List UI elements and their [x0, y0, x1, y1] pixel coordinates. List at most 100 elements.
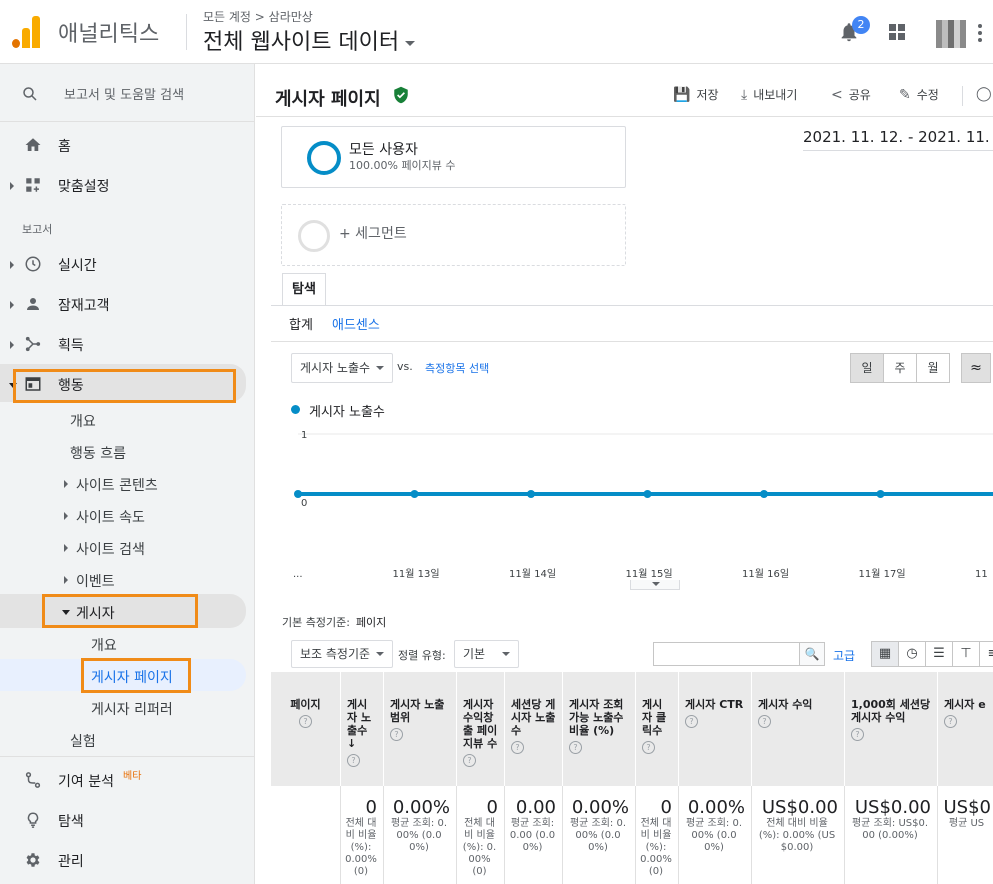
- help-icon[interactable]: ?: [569, 741, 582, 754]
- pie-view-icon[interactable]: ◷: [898, 641, 926, 667]
- sidebar-item-admin[interactable]: 관리: [0, 851, 254, 871]
- column-header[interactable]: 게시자 CTR?: [679, 672, 752, 786]
- save-label: 저장: [696, 88, 719, 102]
- advanced-filter-link[interactable]: 고급: [833, 647, 855, 664]
- totals-subtext: 전체 대비 비율 (%): 0.00% (0): [462, 818, 497, 877]
- share-button[interactable]: < 공유: [831, 86, 871, 103]
- secondary-dimension-dropdown[interactable]: 보조 측정기준: [291, 640, 393, 668]
- search-placeholder: 보고서 및 도움말 검색: [64, 88, 185, 103]
- help-icon[interactable]: ?: [758, 715, 771, 728]
- sidebar-subitem-publisher-overview[interactable]: 개요: [91, 635, 117, 655]
- subtab-summary[interactable]: 합계: [289, 314, 313, 333]
- sidebar-item-home[interactable]: 홈: [0, 136, 254, 156]
- help-icon[interactable]: ?: [511, 741, 524, 754]
- apps-grid-icon[interactable]: [889, 24, 905, 40]
- sidebar-divider: [0, 756, 254, 757]
- export-button[interactable]: ⤓ 내보내기: [741, 86, 797, 103]
- column-header[interactable]: 게시자 수익?: [752, 672, 845, 786]
- sidebar-subitem-site-content[interactable]: 사이트 콘텐츠: [64, 475, 158, 495]
- segment-card-all-users[interactable]: 모든 사용자 100.00% 페이지뷰 수: [281, 126, 626, 188]
- totals-cell: 0.00% 평균 조회: 0.00% (0.00%): [563, 786, 636, 884]
- sidebar-item-label: 잠재고객: [58, 298, 110, 314]
- date-range-picker[interactable]: 2021. 11. 12. - 2021. 11. 18.: [803, 128, 993, 146]
- more-vert-icon[interactable]: [978, 24, 982, 42]
- performance-view-icon[interactable]: ☰: [925, 641, 953, 667]
- sidebar-subitem-site-search[interactable]: 사이트 검색: [64, 539, 145, 559]
- add-segment-button[interactable]: + 세그먼트: [281, 204, 626, 266]
- analytics-logo-icon[interactable]: [12, 16, 40, 48]
- column-header-label: 게시자 CTR: [685, 698, 744, 711]
- help-icon[interactable]: ?: [944, 715, 957, 728]
- data-point: [760, 490, 768, 498]
- chart-scrubber-handle[interactable]: [630, 580, 680, 590]
- expand-arrow-icon: [64, 544, 68, 552]
- highlight-box-publisher-pages: [81, 658, 191, 693]
- table-view-icon[interactable]: ▦: [871, 641, 899, 667]
- sidebar-subitem-overview[interactable]: 개요: [70, 411, 96, 431]
- help-icon[interactable]: ?: [347, 754, 360, 767]
- column-header[interactable]: 1,000회 세션당 게시자 수익?: [845, 672, 938, 786]
- column-header[interactable]: 게시자 조회 가능 노출수 비율 (%)?: [563, 672, 636, 786]
- tab-explorer[interactable]: 탐색: [282, 273, 326, 306]
- sidebar-item-customization[interactable]: 맞춤설정: [0, 176, 254, 196]
- sidebar-item-attribution[interactable]: 기여 분석 베타: [0, 771, 254, 791]
- totals-value: 0.00: [515, 797, 556, 818]
- granularity-day-button[interactable]: 일: [850, 353, 884, 383]
- search-icon[interactable]: 🔍: [799, 642, 825, 666]
- expand-arrow-icon: [64, 576, 68, 584]
- sidebar-subitem-behavior-flow[interactable]: 행동 흐름: [70, 443, 126, 463]
- help-icon[interactable]: ?: [851, 728, 864, 741]
- granularity-month-button[interactable]: 월: [916, 353, 950, 383]
- sidebar-item-audience[interactable]: 잠재고객: [0, 295, 254, 315]
- help-icon[interactable]: ?: [463, 754, 476, 767]
- primary-dimension-value[interactable]: 페이지: [356, 616, 386, 629]
- totals-cell: 0.00% 평균 조회: 0.00% (0.00%): [679, 786, 752, 884]
- totals-value: 0: [660, 797, 672, 818]
- column-header[interactable]: 세션당 게시자 노출수?: [505, 672, 563, 786]
- subtab-adsense[interactable]: 애드센스: [332, 314, 380, 333]
- column-header[interactable]: 게시자 노출수 ↓?: [341, 672, 384, 786]
- notification-badge[interactable]: 2: [852, 16, 870, 34]
- insights-button[interactable]: ◯: [976, 86, 993, 102]
- sort-type-dropdown[interactable]: 기본: [454, 640, 519, 668]
- sidebar-subitem-events[interactable]: 이벤트: [64, 571, 115, 591]
- help-icon[interactable]: ?: [299, 715, 312, 728]
- edit-button[interactable]: ✎ 수정: [899, 86, 939, 103]
- sidebar-subitem-experiments[interactable]: 실험: [70, 731, 96, 751]
- sidebar-subitem-publisher-referrers[interactable]: 게시자 리퍼러: [91, 699, 173, 719]
- help-icon[interactable]: ?: [685, 715, 698, 728]
- term-cloud-view-icon[interactable]: ≡: [979, 641, 993, 667]
- column-header[interactable]: 게시자 노출 범위?: [384, 672, 457, 786]
- sidebar-item-discover[interactable]: 탐색: [0, 811, 254, 831]
- view-selector[interactable]: 전체 웹사이트 데이터: [203, 24, 416, 56]
- totals-value: 0.00%: [571, 797, 629, 818]
- report-search[interactable]: 보고서 및 도움말 검색: [0, 64, 254, 122]
- sidebar-item-label: 관리: [58, 854, 84, 870]
- column-header[interactable]: 페이지?: [271, 672, 341, 786]
- sidebar-item-acquisition[interactable]: 획득: [0, 335, 254, 355]
- highlight-box-publisher: [42, 594, 198, 628]
- metric-dropdown[interactable]: 게시자 노출수: [291, 353, 393, 383]
- help-icon[interactable]: ?: [642, 741, 655, 754]
- expand-arrow-icon: [10, 261, 14, 269]
- help-icon[interactable]: ?: [390, 728, 403, 741]
- save-button[interactable]: 💾 저장: [673, 86, 719, 103]
- granularity-week-button[interactable]: 주: [883, 353, 917, 383]
- column-header[interactable]: 게시자 클릭수?: [636, 672, 679, 786]
- share-label: 공유: [848, 88, 871, 102]
- column-header[interactable]: 게시자 e?: [938, 672, 993, 786]
- x-tick-label: 11: [975, 569, 988, 580]
- line-chart-type-icon[interactable]: ≈: [961, 353, 991, 383]
- select-metric-link[interactable]: 측정항목 선택: [425, 360, 489, 376]
- avatar[interactable]: [936, 20, 966, 48]
- account-breadcrumb[interactable]: 모든 계정 > 삼라만상: [203, 8, 313, 25]
- table-search-input[interactable]: 🔍: [653, 642, 825, 666]
- vs-label: vs.: [397, 360, 413, 373]
- sidebar-subitem-site-speed[interactable]: 사이트 속도: [64, 507, 145, 527]
- column-header[interactable]: 게시자 수익창출 페이지뷰 수?: [457, 672, 505, 786]
- sidebar-item-realtime[interactable]: 실시간: [0, 255, 254, 275]
- comparison-view-icon[interactable]: ⊤: [952, 641, 980, 667]
- data-point: [527, 490, 535, 498]
- totals-subtext: 전체 대비 비율 (%): 0.00% (US$0.00): [758, 818, 836, 853]
- totals-subtext: 평균 조회: 0.00% (0.00%): [390, 818, 448, 853]
